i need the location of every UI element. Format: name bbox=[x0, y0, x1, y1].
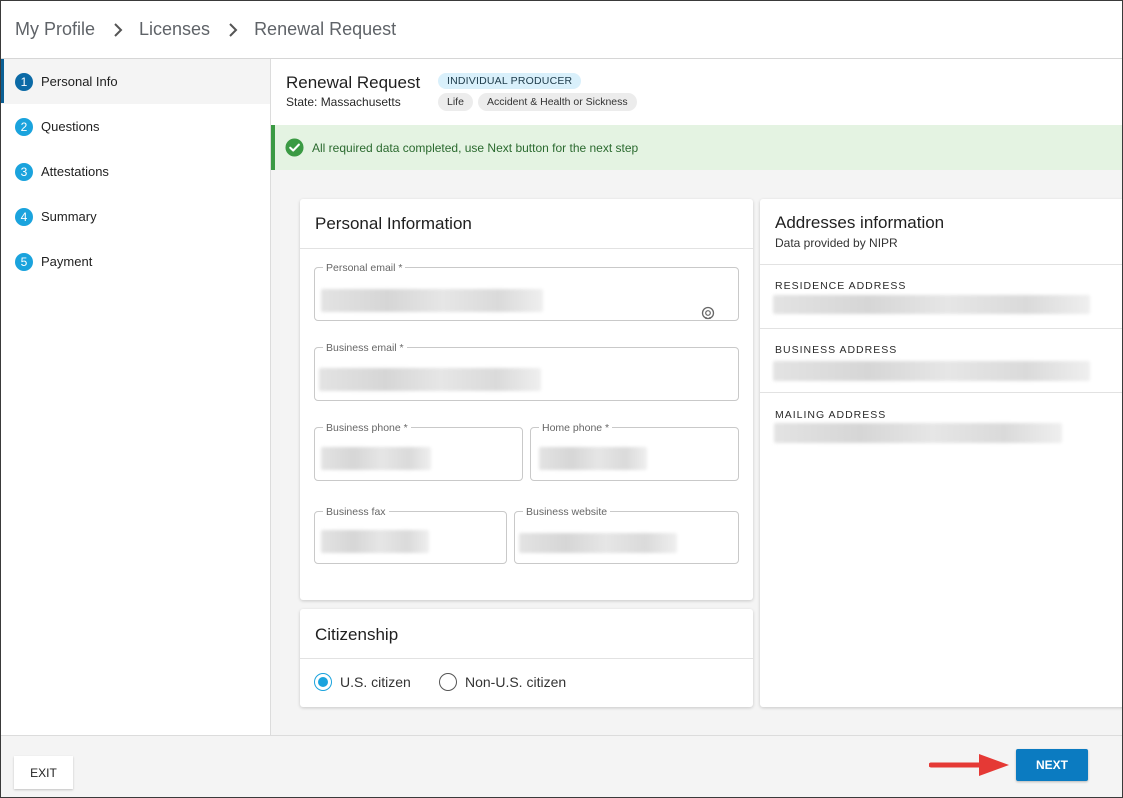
business-address-label: BUSINESS ADDRESS bbox=[775, 344, 898, 356]
redacted-value bbox=[319, 368, 541, 391]
field-label: Business email * bbox=[323, 342, 407, 354]
password-manager-icon[interactable] bbox=[701, 306, 715, 320]
residence-address-label: RESIDENCE ADDRESS bbox=[775, 280, 907, 292]
mailing-address-label: MAILING ADDRESS bbox=[775, 409, 887, 421]
step-label: Attestations bbox=[41, 164, 109, 179]
field-label: Business phone * bbox=[323, 422, 411, 434]
card-subtitle: Data provided by NIPR bbox=[775, 236, 898, 250]
step-number-badge: 2 bbox=[15, 117, 33, 136]
main-content: Renewal Request State: Massachusetts IND… bbox=[271, 59, 1122, 735]
redacted-residence-address bbox=[773, 295, 1090, 314]
state-label: State: Massachusetts bbox=[286, 95, 401, 109]
divider bbox=[760, 392, 1122, 393]
sidebar-step-payment[interactable]: 5 Payment bbox=[1, 239, 270, 284]
sidebar-step-questions[interactable]: 2 Questions bbox=[1, 104, 270, 149]
redacted-mailing-address bbox=[774, 423, 1062, 443]
step-number-badge: 1 bbox=[15, 72, 33, 91]
step-label: Questions bbox=[41, 119, 100, 134]
card-title: Citizenship bbox=[315, 625, 399, 644]
redacted-business-address bbox=[773, 361, 1090, 381]
divider bbox=[300, 248, 753, 249]
step-label: Payment bbox=[41, 254, 93, 269]
license-type-badge: INDIVIDUAL PRODUCER bbox=[438, 73, 582, 89]
next-button[interactable]: NEXT bbox=[1016, 749, 1088, 781]
footer-bar: EXIT NEXT bbox=[1, 735, 1122, 797]
chevron-right-icon bbox=[113, 22, 123, 37]
line-chip-life: Life bbox=[438, 93, 473, 111]
redacted-value bbox=[321, 530, 429, 553]
success-banner: All required data completed, use Next bu… bbox=[271, 125, 1122, 170]
card-title: Personal Information bbox=[315, 214, 472, 233]
citizenship-card: Citizenship U.S. citizen Non-U.S. citize… bbox=[300, 609, 753, 707]
redacted-value bbox=[519, 533, 677, 553]
step-number-badge: 4 bbox=[15, 207, 33, 226]
exit-button[interactable]: EXIT bbox=[14, 756, 73, 789]
breadcrumb-renewal-request: Renewal Request bbox=[254, 19, 397, 39]
divider bbox=[300, 658, 753, 659]
sidebar-step-attestations[interactable]: 3 Attestations bbox=[1, 149, 270, 194]
line-chip-accident-health: Accident & Health or Sickness bbox=[478, 93, 637, 111]
step-label: Personal Info bbox=[41, 74, 118, 89]
banner-message: All required data completed, use Next bu… bbox=[312, 140, 639, 155]
radio-label: Non-U.S. citizen bbox=[465, 674, 567, 690]
radio-us-citizen[interactable]: U.S. citizen bbox=[314, 673, 411, 691]
breadcrumb-licenses[interactable]: Licenses bbox=[139, 19, 210, 40]
arrow-right-icon bbox=[929, 754, 1009, 776]
business-website-field[interactable]: Business website bbox=[514, 506, 739, 564]
addresses-card: Addresses information Data provided by N… bbox=[760, 199, 1122, 707]
redacted-value bbox=[321, 447, 431, 470]
field-label: Home phone * bbox=[539, 422, 613, 434]
personal-email-field[interactable]: Personal email * bbox=[314, 262, 739, 321]
step-number-badge: 5 bbox=[15, 252, 33, 271]
field-label: Business fax bbox=[323, 506, 389, 518]
business-email-field[interactable]: Business email * bbox=[314, 342, 739, 401]
divider bbox=[760, 264, 1122, 265]
radio-label: U.S. citizen bbox=[340, 674, 411, 690]
redacted-value bbox=[539, 447, 647, 470]
step-label: Summary bbox=[41, 209, 97, 224]
field-label: Personal email * bbox=[323, 262, 406, 274]
business-fax-field[interactable]: Business fax bbox=[314, 506, 507, 564]
sidebar-step-summary[interactable]: 4 Summary bbox=[1, 194, 270, 239]
check-circle-icon bbox=[285, 138, 304, 157]
card-title: Addresses information bbox=[775, 213, 945, 232]
field-label: Business website bbox=[523, 506, 611, 518]
app-window: My Profile Licenses Renewal Request 1 Pe… bbox=[0, 0, 1123, 798]
radio-selected-indicator[interactable] bbox=[314, 673, 332, 691]
personal-information-card: Personal Information Personal email * Bu… bbox=[300, 199, 753, 600]
breadcrumb: My Profile Licenses Renewal Request bbox=[1, 1, 1122, 59]
business-phone-field[interactable]: Business phone * bbox=[314, 422, 523, 481]
radio-non-us-citizen[interactable]: Non-U.S. citizen bbox=[439, 673, 566, 691]
chevron-right-icon bbox=[228, 22, 238, 37]
sidebar-step-personal-info[interactable]: 1 Personal Info bbox=[1, 59, 270, 104]
radio-indicator[interactable] bbox=[439, 673, 457, 691]
step-sidebar: 1 Personal Info 2 Questions 3 Attestatio… bbox=[1, 59, 271, 735]
home-phone-field[interactable]: Home phone * bbox=[530, 422, 739, 481]
breadcrumb-my-profile[interactable]: My Profile bbox=[15, 19, 95, 40]
step-number-badge: 3 bbox=[15, 162, 33, 181]
divider bbox=[760, 328, 1122, 329]
request-header: Renewal Request State: Massachusetts IND… bbox=[271, 59, 1122, 125]
redacted-value bbox=[321, 289, 543, 312]
page-title: Renewal Request bbox=[286, 73, 421, 92]
